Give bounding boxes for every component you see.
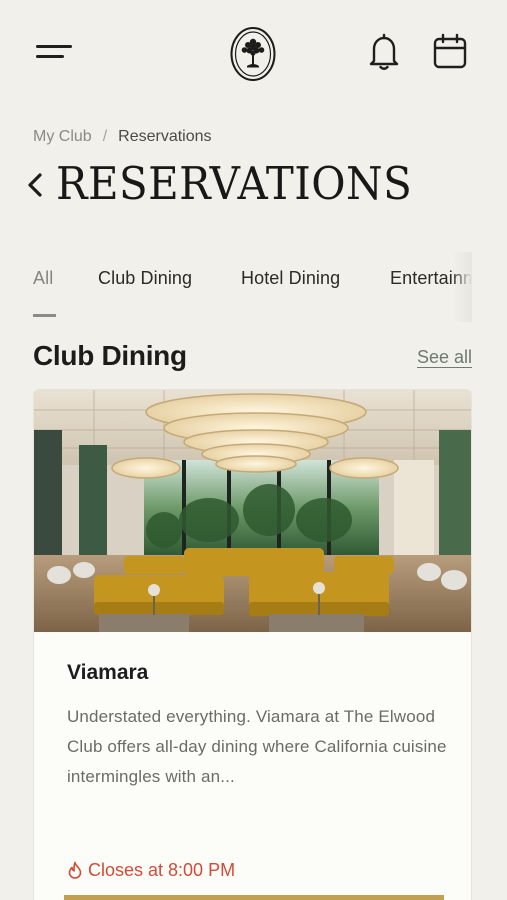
status-text: Closes at 8:00 PM: [88, 860, 236, 880]
calendar-icon[interactable]: [431, 33, 469, 71]
tab-hotel-dining[interactable]: Hotel Dining: [241, 268, 340, 289]
tab-club-dining[interactable]: Club Dining: [98, 268, 192, 289]
section-title: Club Dining: [33, 340, 187, 371]
active-tab-indicator: [33, 314, 56, 317]
hamburger-menu-icon[interactable]: [36, 42, 72, 62]
page-title: RESERVATIONS: [56, 157, 413, 210]
breadcrumb-my-club[interactable]: My Club: [33, 128, 92, 145]
club-logo[interactable]: [229, 26, 277, 82]
reserve-button-edge[interactable]: [64, 895, 444, 900]
category-tabs: All Club Dining Hotel Dining Entertainme…: [0, 252, 472, 322]
status-badge: Closes at 8:00 PM: [67, 860, 235, 881]
breadcrumb-reservations: Reservations: [118, 128, 212, 145]
restaurant-name: Viamara: [67, 661, 149, 684]
restaurant-description: Understated everything. Viamara at The E…: [67, 707, 447, 786]
tab-all[interactable]: All: [33, 268, 53, 289]
top-bar: [0, 0, 507, 110]
restaurant-interior-photo: [34, 390, 471, 632]
bell-icon[interactable]: [366, 33, 402, 71]
page-header: RESERVATIONS: [24, 155, 494, 213]
breadcrumb: My Club / Reservations: [33, 128, 212, 146]
chevron-left-icon[interactable]: [24, 169, 48, 201]
tabs-scroll-fade: [452, 252, 472, 322]
breadcrumb-separator: /: [102, 128, 108, 145]
see-all-link[interactable]: See all: [417, 347, 472, 368]
flame-icon: [68, 861, 82, 879]
restaurant-card[interactable]: Viamara Understated everything. Viamara …: [33, 389, 472, 900]
